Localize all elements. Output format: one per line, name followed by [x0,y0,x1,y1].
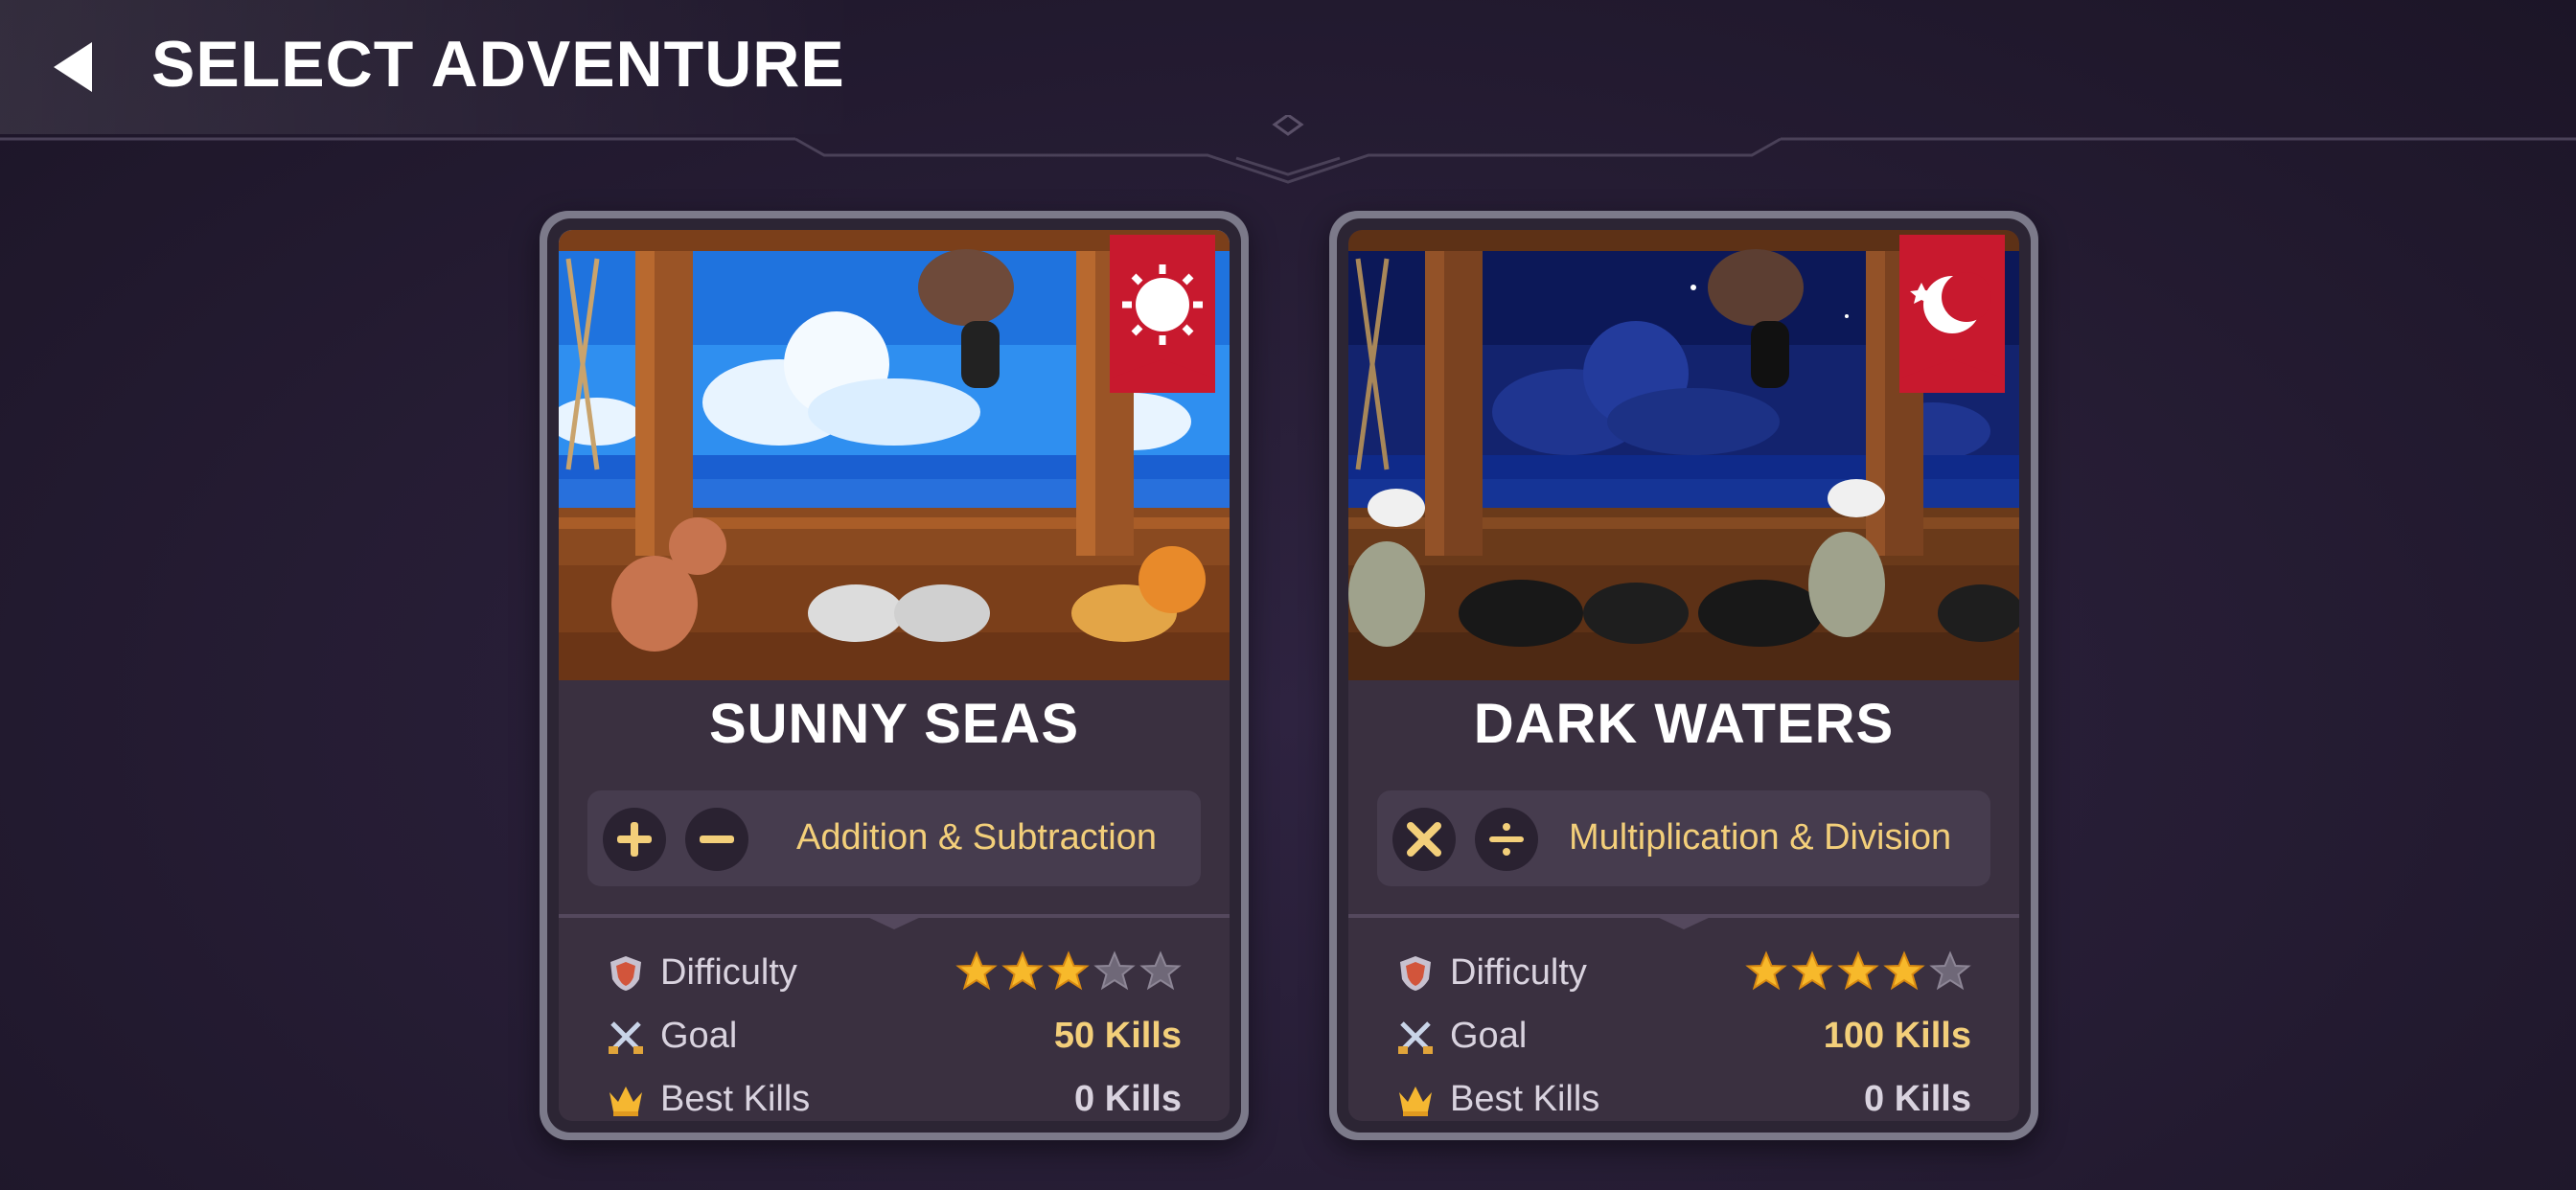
plus-icon [603,808,666,871]
shield-icon [1400,956,1431,991]
goal-label: Goal [660,1016,738,1056]
star-empty-icon [1139,950,1182,991]
card-title: DARK WATERS [1473,693,1895,755]
crossed-swords-icon [1398,1021,1433,1054]
best-kills-label: Best Kills [1450,1079,1600,1119]
crown-icon [610,1087,642,1116]
best-kills-row: Best Kills 0 Kills [1396,1073,1971,1121]
page-title: SELECT ADVENTURE [151,28,845,101]
star-filled-icon [1001,950,1044,991]
operations-box: Addition & Subtraction [587,790,1201,886]
card-body: SUNNY SEAS Addition & Subtraction Diffic… [559,230,1230,1121]
divide-icon [1475,808,1538,871]
header-bar: SELECT ADVENTURE [0,0,2576,134]
goal-label: Goal [1450,1016,1528,1056]
star-filled-icon [1745,950,1787,991]
back-arrow-icon [54,42,92,92]
difficulty-stars [1745,950,1971,993]
section-divider [1348,914,2019,929]
operations-label: Multiplication & Division [1569,817,1952,858]
star-filled-icon [1837,950,1879,991]
best-kills-row: Best Kills 0 Kills [607,1073,1182,1121]
operations-label: Addition & Subtraction [796,817,1158,858]
best-kills-label: Best Kills [660,1079,811,1119]
goal-row: Goal 50 Kills [607,1010,1182,1064]
crown-icon [1399,1087,1432,1116]
section-divider [559,914,1230,929]
card-body: DARK WATERS Multiplication & Division Di… [1348,230,2019,1121]
back-button[interactable] [38,34,105,101]
difficulty-label: Difficulty [660,952,797,993]
difficulty-stars [955,950,1182,993]
shield-icon [610,956,641,991]
star-empty-icon [1929,950,1971,991]
header-divider [0,115,2576,184]
goal-row: Goal 100 Kills [1396,1010,1971,1064]
star-filled-icon [1883,950,1925,991]
difficulty-label: Difficulty [1450,952,1587,993]
goal-value: 50 Kills [1053,1016,1182,1056]
scene-sunny-seas [559,230,1230,680]
crossed-swords-icon [609,1021,643,1054]
operations-box: Multiplication & Division [1377,790,1990,886]
card-title: SUNNY SEAS [708,693,1080,755]
adventure-card-sunny-seas[interactable]: SUNNY SEAS Addition & Subtraction Diffic… [540,211,1249,1140]
multiply-icon [1392,808,1456,871]
best-kills-value: 0 Kills [1864,1079,1971,1119]
star-empty-icon [1093,950,1136,991]
best-kills-value: 0 Kills [1074,1079,1182,1119]
goal-value: 100 Kills [1823,1016,1971,1056]
scene-dark-waters [1348,230,2019,680]
difficulty-row: Difficulty [1396,947,1971,1000]
star-filled-icon [955,950,998,991]
minus-icon [685,808,748,871]
star-filled-icon [1791,950,1833,991]
difficulty-row: Difficulty [607,947,1182,1000]
star-filled-icon [1047,950,1090,991]
adventure-card-dark-waters[interactable]: DARK WATERS Multiplication & Division Di… [1329,211,2038,1140]
